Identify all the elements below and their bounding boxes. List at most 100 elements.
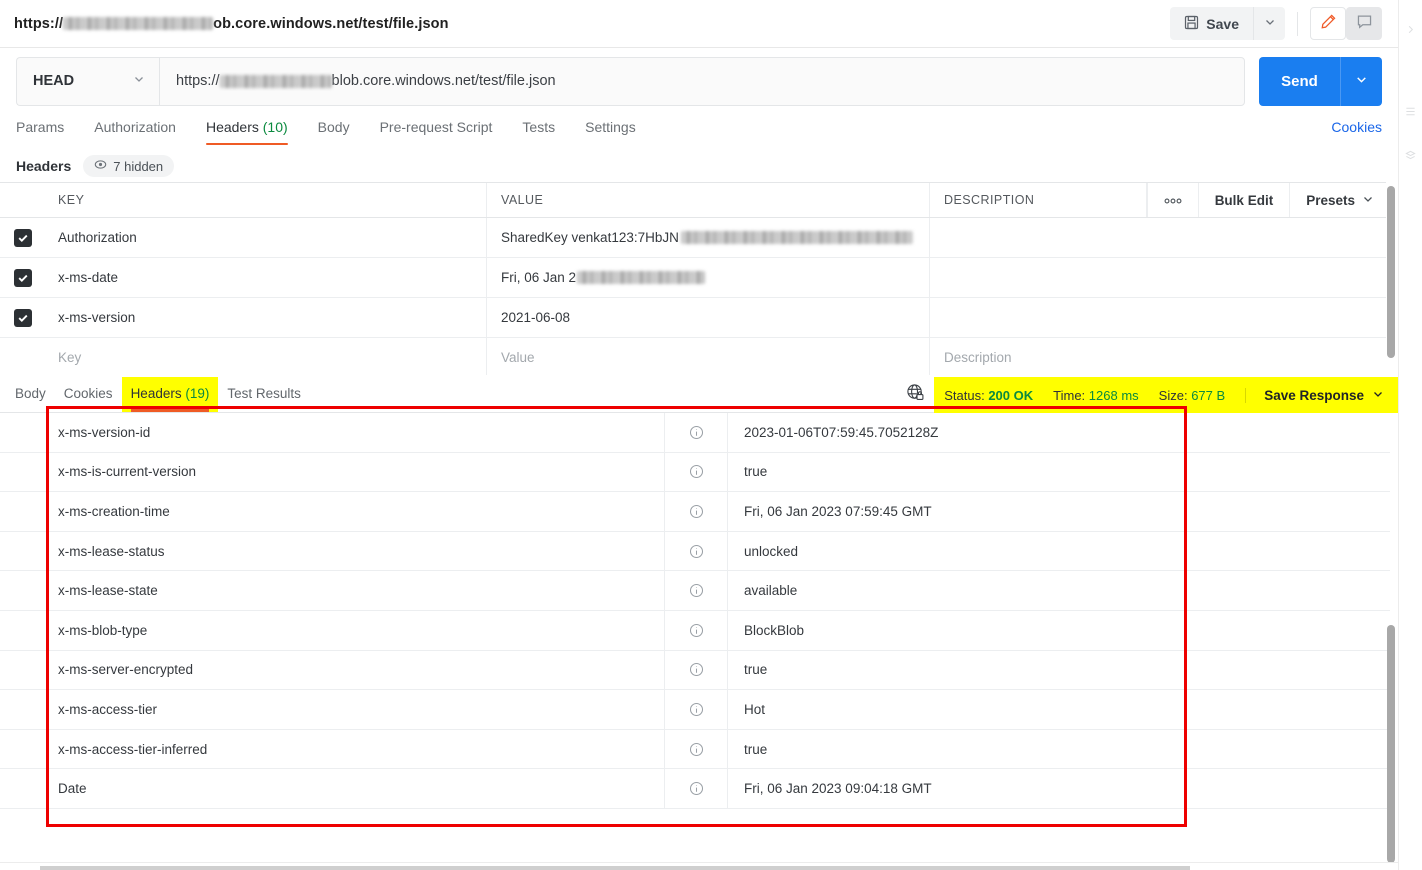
table-row[interactable]: Authorization SharedKey venkat123:7HbJN: [0, 218, 1390, 258]
response-header-value: BlockBlob: [727, 610, 1390, 650]
table-row: x-ms-access-tier-inferred true: [0, 729, 1390, 770]
tab-label: Cookies: [63, 385, 113, 401]
horizontal-scrollbar-thumb[interactable]: [40, 866, 1190, 870]
response-tab-body[interactable]: Body: [6, 377, 55, 412]
comments-button[interactable]: [1346, 7, 1382, 40]
response-header-key: x-ms-lease-state: [0, 571, 665, 610]
info-icon[interactable]: [665, 571, 727, 610]
response-header-key: x-ms-server-encrypted: [0, 650, 665, 690]
response-tab-cookies[interactable]: Cookies: [55, 377, 122, 412]
table-actions: Bulk Edit Presets: [1146, 183, 1390, 217]
tab-label: Authorization: [94, 119, 176, 135]
save-button[interactable]: Save: [1170, 7, 1253, 40]
table-row: Date Fri, 06 Jan 2023 09:04:18 GMT: [0, 769, 1390, 809]
header-description[interactable]: [930, 298, 1390, 337]
request-url-input[interactable]: https:// blob.core.windows.net/test/file.…: [159, 56, 1245, 106]
secure-connection-indicator[interactable]: [897, 383, 934, 407]
tab-label: Body: [15, 385, 46, 401]
status-badge: Status: 200 OK: [944, 388, 1033, 403]
tab-label: Settings: [585, 119, 636, 135]
more-actions-button[interactable]: [1146, 183, 1198, 217]
save-button-group: Save: [1170, 7, 1285, 40]
header-description[interactable]: [930, 218, 1390, 257]
http-method-select[interactable]: HEAD: [16, 56, 159, 106]
hidden-headers-badge[interactable]: 7 hidden: [83, 155, 175, 177]
right-sidebar: [1398, 0, 1422, 870]
edit-request-button[interactable]: [1310, 7, 1346, 40]
tab-params[interactable]: Params: [16, 119, 64, 145]
table-row: x-ms-lease-state available: [0, 571, 1390, 611]
row-checkbox-cell: [0, 218, 46, 257]
row-checkbox[interactable]: [14, 268, 32, 287]
info-icon[interactable]: [665, 532, 727, 571]
header-value[interactable]: SharedKey venkat123:7HbJN: [487, 218, 930, 257]
new-header-description-input[interactable]: Description: [930, 338, 1390, 375]
presets-button[interactable]: Presets: [1289, 183, 1390, 217]
table-row: x-ms-creation-time Fri, 06 Jan 2023 07:5…: [0, 492, 1390, 532]
response-scrollbar-thumb[interactable]: [1387, 625, 1395, 863]
bulk-edit-button[interactable]: Bulk Edit: [1197, 183, 1290, 217]
info-icon[interactable]: [665, 690, 727, 729]
comment-icon: [1356, 13, 1373, 35]
response-header-key: x-ms-access-tier-inferred: [0, 729, 665, 769]
header-value-text: Fri, 06 Jan 2: [501, 270, 577, 285]
tab-authorization[interactable]: Authorization: [94, 119, 176, 145]
info-icon[interactable]: [665, 769, 727, 808]
save-options-button[interactable]: [1253, 7, 1285, 40]
header-key[interactable]: Authorization: [46, 218, 487, 257]
info-icon[interactable]: [665, 413, 727, 452]
save-response-label: Save Response: [1264, 387, 1364, 403]
header-value[interactable]: Fri, 06 Jan 2: [487, 258, 930, 297]
hidden-headers-label: 7 hidden: [113, 158, 164, 174]
row-checkbox[interactable]: [14, 228, 32, 247]
response-header-value: Fri, 06 Jan 2023 07:59:45 GMT: [727, 492, 1390, 531]
info-icon[interactable]: [665, 492, 727, 531]
response-header-value: true: [727, 729, 1390, 769]
table-row: x-ms-version-id 2023-01-06T07:59:45.7052…: [0, 413, 1390, 453]
tab-pre-request-script[interactable]: Pre-request Script: [380, 119, 493, 145]
info-icon[interactable]: [665, 730, 727, 769]
sidebar-layers-icon[interactable]: [1405, 148, 1416, 166]
tab-tests[interactable]: Tests: [522, 119, 555, 145]
tab-settings[interactable]: Settings: [585, 119, 636, 145]
cookies-link[interactable]: Cookies: [1331, 119, 1382, 135]
response-header-key: Date: [0, 769, 665, 808]
row-checkbox-cell: [0, 338, 46, 375]
header-description[interactable]: [930, 258, 1390, 297]
tab-headers[interactable]: Headers (10): [205, 119, 288, 145]
response-tab-headers[interactable]: Headers (19): [121, 376, 219, 412]
response-size: Size: 677 B: [1159, 388, 1226, 403]
tab-count: (19): [185, 385, 210, 401]
info-icon[interactable]: [665, 453, 727, 492]
row-checkbox[interactable]: [14, 308, 32, 327]
response-header-key: x-ms-access-tier: [0, 690, 665, 729]
new-header-value-input[interactable]: Value: [487, 338, 930, 375]
response-header-key: x-ms-version-id: [0, 413, 665, 452]
header-key[interactable]: x-ms-version: [46, 298, 487, 337]
chevron-down-icon: [1372, 388, 1384, 403]
tab-body[interactable]: Body: [318, 119, 350, 145]
send-options-button[interactable]: [1340, 56, 1382, 106]
table-row-empty[interactable]: Key Value Description: [0, 338, 1390, 375]
tab-count: (10): [262, 119, 288, 135]
info-icon[interactable]: [665, 651, 727, 690]
response-tab-test-results[interactable]: Test Results: [218, 377, 310, 412]
tab-label: Params: [16, 119, 65, 135]
chevron-down-icon: [133, 72, 145, 90]
table-row: x-ms-access-tier Hot: [0, 690, 1390, 730]
table-row[interactable]: x-ms-version 2021-06-08: [0, 298, 1390, 338]
response-header-key: x-ms-creation-time: [0, 492, 665, 531]
new-header-key-input[interactable]: Key: [46, 338, 487, 375]
headers-subheader: Headers 7 hidden: [0, 150, 1398, 182]
sidebar-expand-icon[interactable]: [1405, 22, 1416, 40]
tab-label: Headers: [130, 385, 182, 401]
info-icon[interactable]: [665, 611, 727, 650]
table-row[interactable]: x-ms-date Fri, 06 Jan 2: [0, 258, 1390, 298]
header-key[interactable]: x-ms-date: [46, 258, 487, 297]
save-response-button[interactable]: Save Response: [1245, 387, 1384, 403]
sidebar-list-icon[interactable]: [1405, 104, 1416, 122]
send-button[interactable]: Send: [1259, 56, 1340, 106]
header-value[interactable]: 2021-06-08: [487, 298, 930, 337]
request-scrollbar-thumb[interactable]: [1387, 186, 1395, 358]
ellipsis-icon: [1164, 193, 1182, 208]
